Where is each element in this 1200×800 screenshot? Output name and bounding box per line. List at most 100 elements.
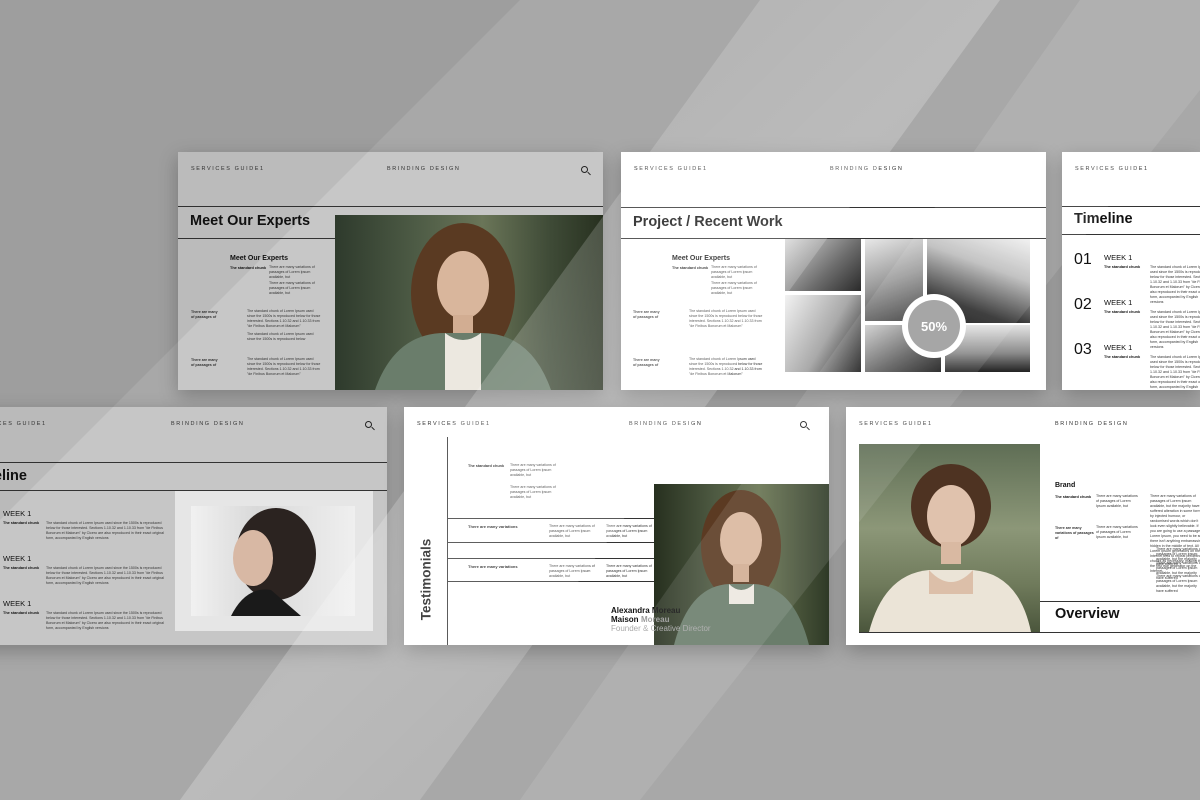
side-label-1: There are many of passages of	[191, 310, 218, 319]
title-bottom-rule	[178, 238, 335, 239]
paragraph-2: The standard chunk of Lorem Ipsum used s…	[689, 357, 763, 376]
timeline-number-2: 02	[1074, 296, 1092, 313]
slide-timeline-left[interactable]: SERVICES GUIDE1 BRINDING DESIGN meline W…	[0, 407, 387, 645]
slide-project-recent-work[interactable]: SERVICES GUIDE1 BRINDING DESIGN Project …	[621, 152, 1046, 390]
side-label-2: There are many of passages of	[191, 358, 218, 367]
search-icon[interactable]	[800, 421, 807, 428]
slide-meet-our-experts[interactable]: SERVICES GUIDE1 BRINDING DESIGN Meet Our…	[178, 152, 603, 390]
row-rule-4	[448, 581, 654, 582]
header-left: SERVICES GUIDE1	[0, 421, 47, 427]
chunk-label: The standard chunk	[230, 266, 267, 270]
timeline-chunk-2: The standard chunk	[1104, 310, 1141, 314]
row-rule-2	[448, 542, 654, 543]
header-left: SERVICES GUIDE1	[417, 421, 491, 427]
header-center: BRINDING DESIGN	[629, 421, 703, 427]
title-top-rule	[1062, 206, 1200, 207]
presentation-mockup: SERVICES GUIDE1 BRINDING DESIGN Meet Our…	[0, 0, 1200, 800]
paragraph-1: The standard chunk of Lorem Ipsum used s…	[247, 309, 321, 328]
title-top-rule	[621, 207, 1046, 208]
slide-overview[interactable]: SERVICES GUIDE1 BRINDING DESIGN Brand Th…	[846, 407, 1200, 645]
paragraph-3: The standard chunk of Lorem Ipsum used s…	[247, 357, 321, 376]
slide-timeline[interactable]: SERVICES GUIDE1 Timeline 01 WEEK 1 The s…	[1062, 152, 1200, 390]
testimonial-label-1: There are many variations	[468, 524, 518, 529]
variations-text: There are many variations of passages of…	[1096, 494, 1138, 508]
timeline-number-1: 01	[1074, 251, 1092, 268]
overview-top-rule	[1040, 601, 1200, 602]
work-photo-1	[785, 239, 861, 291]
testimonial-text-4: There are many variations of passages of…	[606, 564, 652, 578]
section-subtitle: Meet Our Experts	[230, 255, 288, 262]
header-center: BRINDING DESIGN	[387, 166, 461, 172]
header-left: SERVICES GUIDE1	[1075, 166, 1149, 172]
timeline-chunk-3: The standard chunk	[3, 611, 40, 615]
timeline-text-3: The standard chunk of Lorem Ipsum used s…	[46, 611, 164, 630]
person-name-1: Alexandra Moreau	[611, 606, 681, 615]
timeline-chunk-3: The standard chunk	[1104, 355, 1141, 359]
timeline-text-1: The standard chunk of Lorem Ipsum used s…	[1150, 265, 1200, 304]
slide-title: meline	[0, 468, 27, 484]
percent-badge-inner: 50%	[908, 300, 960, 352]
slide-title: Timeline	[1074, 211, 1133, 227]
variations-label: There are many variations of passages of	[1055, 526, 1094, 540]
timeline-week-3: WEEK 1	[3, 599, 32, 608]
timeline-chunk-2: The standard chunk	[3, 566, 40, 570]
person-role: Founder & Creative Director	[611, 624, 711, 633]
side-label-1: There are many of passages of	[633, 310, 660, 319]
variations-text-1: There are many variations of passages of…	[269, 265, 315, 279]
brand-heading: Brand	[1055, 482, 1076, 489]
header-center: BRINDING DESIGN	[1055, 421, 1129, 427]
testimonial-label-2: There are many variations	[468, 564, 518, 569]
variations-text-2: There are many variations of passages of…	[510, 485, 556, 499]
timeline-week-3: WEEK 1	[1104, 343, 1133, 352]
chunk-label: The standard chunk	[468, 464, 505, 468]
overview-portrait-photo	[859, 444, 1040, 632]
percent-value: 50%	[920, 318, 948, 334]
timeline-week-2: WEEK 1	[3, 554, 32, 563]
work-photo-4	[785, 295, 861, 372]
person-name-2b: Moreau	[641, 615, 670, 624]
timeline-text-3: The standard chunk of Lorem Ipsum used s…	[1150, 355, 1200, 389]
variations-text-1: There are many variations of passages of…	[711, 265, 757, 279]
portrait-figure	[375, 223, 551, 390]
chunk-label: The standard chunk	[1055, 495, 1092, 499]
row-rule-3	[448, 558, 654, 559]
timeline-text-1: The standard chunk of Lorem Ipsum used s…	[46, 521, 164, 540]
variations-text-2: There are many variations of passages of…	[269, 281, 315, 295]
slide-title: Overview	[1055, 606, 1120, 622]
timeline-chunk-1: The standard chunk	[3, 521, 40, 525]
variations-text-2: There are many variations of passages of…	[1096, 525, 1138, 539]
overview-bottom-rule	[859, 632, 1200, 633]
slide-testimonials[interactable]: SERVICES GUIDE1 BRINDING DESIGN Testimon…	[404, 407, 829, 645]
bullet-3: There are many variations of passages of…	[1156, 574, 1200, 593]
person-name-2: Maison	[611, 615, 639, 624]
testimonial-text-2: There are many variations of passages of…	[606, 524, 652, 538]
title-bottom-rule	[1062, 234, 1200, 235]
header-left: SERVICES GUIDE1	[859, 421, 933, 427]
portrait-figure	[869, 464, 1031, 632]
timeline-number-3: 03	[1074, 341, 1092, 358]
variations-text-1: There are many variations of passages of…	[510, 463, 556, 477]
timeline-chunk-1: The standard chunk	[1104, 265, 1141, 269]
title-top-rule	[178, 206, 603, 207]
timeline-text-2: The standard chunk of Lorem Ipsum used s…	[1150, 310, 1200, 349]
side-label-2: There are many of passages of	[633, 358, 660, 367]
slide-title: Meet Our Experts	[190, 213, 311, 229]
portrait-figure	[674, 490, 809, 645]
testimonial-text-1: There are many variations of passages of…	[549, 524, 595, 538]
woman-portrait-photo	[191, 506, 355, 616]
title-top-rule	[0, 462, 387, 463]
timeline-text-2: The standard chunk of Lorem Ipsum used s…	[46, 566, 164, 585]
search-icon[interactable]	[581, 166, 588, 173]
testimonial-portrait-photo	[654, 484, 829, 645]
slide-title: Project / Recent Work	[633, 214, 783, 230]
section-subtitle: Meet Our Experts	[672, 255, 730, 262]
portrait-figure	[231, 508, 316, 616]
shadow-overlay	[0, 0, 1200, 800]
testimonial-text-3: There are many variations of passages of…	[549, 564, 595, 578]
header-center: BRINDING DESIGN	[171, 421, 245, 427]
chunk-label: The standard chunk	[672, 266, 709, 270]
paragraph-1: The standard chunk of Lorem Ipsum used s…	[689, 309, 763, 328]
header-left: SERVICES GUIDE1	[191, 166, 265, 172]
slide-title-vertical: Testimonials	[418, 538, 434, 621]
search-icon[interactable]	[365, 421, 372, 428]
